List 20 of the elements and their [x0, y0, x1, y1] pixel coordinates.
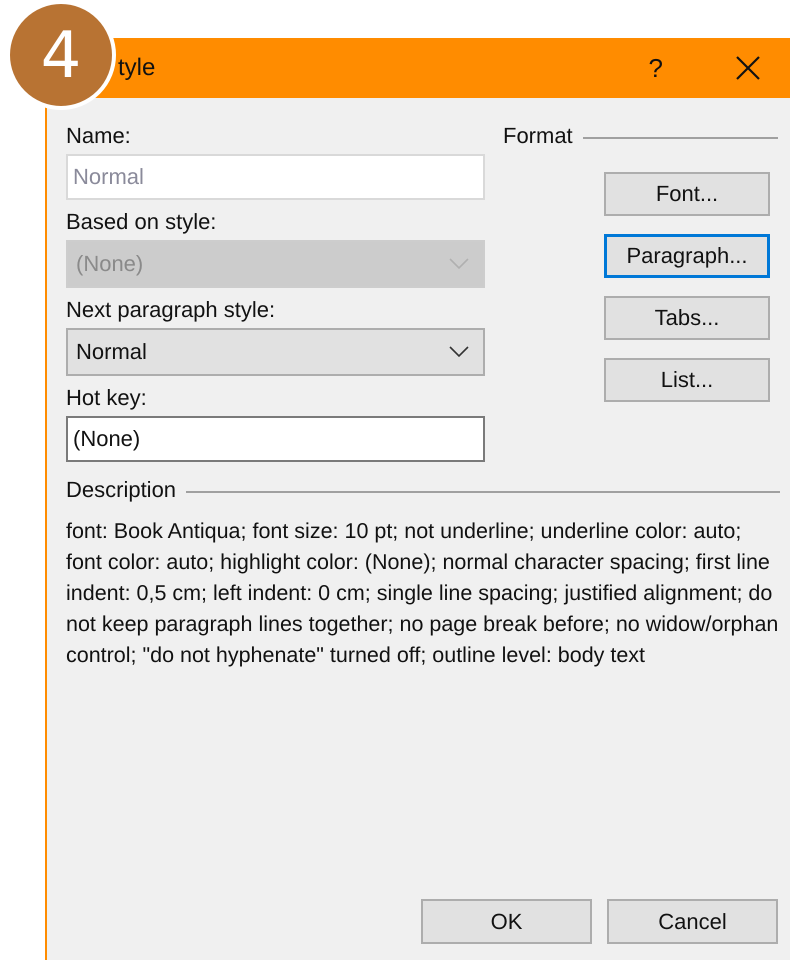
help-button[interactable]: ? [642, 52, 669, 84]
section-heading: Description [66, 476, 176, 504]
dropdown[interactable]: Normal [66, 328, 485, 376]
format-button[interactable]: List... [604, 358, 770, 402]
section-heading: Format [503, 122, 573, 150]
close-icon [735, 55, 761, 81]
format-button[interactable]: Font... [604, 172, 770, 216]
format-button[interactable]: Tabs... [604, 296, 770, 340]
chevron-down-icon [449, 346, 469, 358]
field-label: Based on style: [66, 208, 218, 236]
field-label: Hot key: [66, 384, 148, 412]
description-text: font: Book Antiqua; font size: 10 pt; not underline; underline color: auto; font color: auto; highlight color: (None); normal character spacing; first line indent: 0,5 cm; left indent: 0 cm; single line spacing; justified alignment; do not keep paragraph lines together; no page break before; no widow/orphan control; "do not hyphenate" turned off; outline level: body text [66, 518, 780, 669]
dialog-button[interactable]: Cancel [607, 899, 778, 944]
chevron-down-icon [449, 258, 469, 270]
dialog-button[interactable]: OK [421, 899, 592, 944]
field-label: Next paragraph style: [66, 296, 276, 324]
field-label: Name: [66, 122, 132, 150]
input-field[interactable]: (None) [66, 416, 485, 462]
format-button[interactable]: Paragraph... [604, 234, 770, 278]
window-title: tyle [118, 54, 156, 82]
